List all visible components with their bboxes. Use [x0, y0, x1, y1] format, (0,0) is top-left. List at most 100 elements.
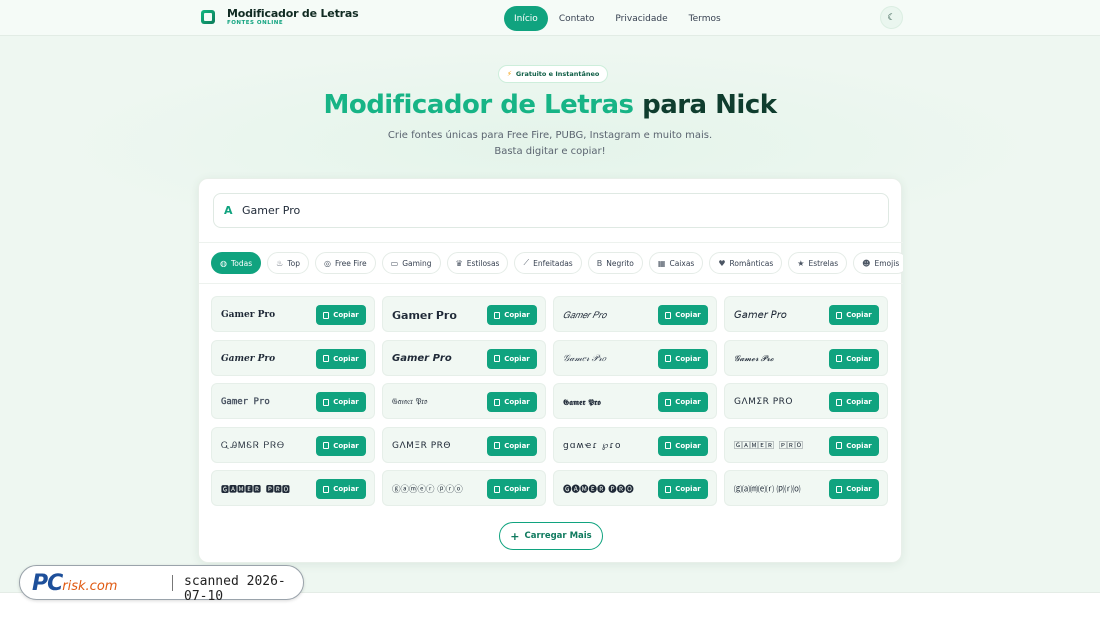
category-chip-rom-nticas[interactable]: ♥ Românticas: [709, 252, 783, 274]
category-chip-free-fire[interactable]: ◎ Free Fire: [314, 252, 376, 274]
font-sample-text[interactable]: 𝓖𝓪𝓶𝓮𝓻 𝓟𝓻𝓸: [734, 341, 829, 377]
copy-button-label: Copiar: [504, 485, 530, 493]
font-sample-text[interactable]: 𝐺𝑎𝑚𝑒𝑟 𝑃𝑟𝑜: [563, 297, 658, 333]
font-sample-text[interactable]: ᏩᎯᎷᏋᏒ ᏢᏒᎾ: [221, 428, 316, 464]
pcrisk-logo: PC risk.com: [32, 570, 118, 596]
font-sample-text[interactable]: 𝒢𝒶𝓂𝑒𝓇 𝒫𝓇𝑜: [563, 341, 658, 377]
category-chip-top[interactable]: ♨ Top: [267, 252, 309, 274]
text-input-wrapper: A: [213, 193, 889, 228]
font-sample-text[interactable]: 🅖🅐🅜🅔🅡 🅟🅡🅞: [563, 471, 658, 507]
nav-link-contato[interactable]: Contato: [549, 6, 605, 31]
font-sample-text[interactable]: 𝙶𝚊𝚖𝚎𝚛 𝙿𝚛𝚘: [221, 384, 316, 420]
copy-icon: [665, 485, 672, 493]
copy-button[interactable]: Copiar: [316, 435, 366, 456]
copy-icon: [836, 311, 843, 319]
font-sample-text[interactable]: ցɑʍҽɾ ℘ɾօ: [563, 428, 658, 464]
copy-button[interactable]: Copiar: [487, 435, 537, 456]
copy-button-label: Copiar: [504, 311, 530, 319]
copy-icon: [494, 311, 501, 319]
copy-button[interactable]: Copiar: [658, 392, 708, 412]
copy-icon: [665, 442, 672, 449]
copy-button[interactable]: Copiar: [487, 348, 537, 369]
theme-toggle-button[interactable]: ☾: [880, 6, 903, 29]
copy-button[interactable]: Copiar: [316, 479, 366, 499]
copy-button[interactable]: Copiar: [829, 348, 879, 369]
font-sample-text[interactable]: 𝔊𝔞𝔪𝔢𝔯 𝔓𝔯𝔬: [392, 384, 487, 420]
copy-icon: [323, 311, 330, 319]
font-sample-text[interactable]: 🅶🅰🅼🅴🆁 🅿🆁🅾: [221, 471, 316, 507]
copy-button[interactable]: Copiar: [658, 435, 708, 456]
category-chip-label: Românticas: [729, 258, 774, 268]
category-chip-caixas[interactable]: ▦ Caixas: [648, 252, 704, 274]
font-result-card: 𝓖𝓪𝓶𝓮𝓻 𝓟𝓻𝓸 Copiar: [724, 339, 888, 377]
category-chip-label: Estilosas: [466, 258, 500, 268]
hero-badge: ⚡ Gratuito e Instantâneo: [498, 65, 609, 83]
nav-link-termos[interactable]: Termos: [679, 6, 731, 31]
category-chip-label: Negrito: [606, 258, 634, 268]
nav-link-privacidade[interactable]: Privacidade: [605, 6, 677, 31]
copy-icon: [494, 442, 501, 449]
copy-button[interactable]: Copiar: [829, 305, 879, 325]
copy-button[interactable]: Copiar: [316, 305, 366, 325]
copy-button[interactable]: Copiar: [658, 479, 708, 499]
nick-input[interactable]: [242, 204, 842, 217]
copy-button[interactable]: Copiar: [658, 305, 708, 325]
font-sample-text[interactable]: ⒢⒜⒨⒠⒭ ⒫⒭⒪: [734, 471, 829, 507]
copy-button-label: Copiar: [846, 311, 872, 319]
category-chip-gaming[interactable]: ▭ Gaming: [381, 252, 441, 274]
load-more-button[interactable]: + Carregar Mais: [499, 522, 603, 550]
font-sample-text[interactable]: 𝕲𝖆𝖒𝖊𝖗 𝕻𝖗𝖔: [563, 384, 658, 420]
category-chip-estrelas[interactable]: ★ Estrelas: [788, 252, 848, 274]
copy-button[interactable]: Copiar: [487, 392, 537, 412]
category-filter-bar[interactable]: ◍ Todas ♨ Top ◎ Free Fire ▭ Gaming ♛ Estilosas ⟋ En…: [199, 242, 903, 284]
copy-icon: [323, 398, 330, 406]
bold-icon: B: [596, 258, 603, 268]
copy-button-label: Copiar: [675, 311, 701, 319]
font-sample-text[interactable]: 𝐆𝐚𝐦𝐞𝐫 𝐏𝐫𝐨: [221, 297, 316, 333]
copy-button-label: Copiar: [504, 354, 530, 363]
font-sample-text[interactable]: GΛMΣR PRO: [734, 384, 829, 420]
copy-icon: [665, 355, 672, 362]
font-sample-text[interactable]: 𝑮𝒂𝒎𝒆𝒓 𝑷𝒓𝒐: [221, 341, 316, 377]
brand[interactable]: Modificador de Letras FONTES ONLINE: [201, 8, 359, 27]
copy-button[interactable]: Copiar: [829, 479, 879, 499]
copy-button[interactable]: Copiar: [658, 348, 708, 369]
font-sample-text[interactable]: 🄶🄰🄼🄴🅁 🄿🅁🄾: [734, 428, 829, 464]
crown-icon: ♛: [455, 258, 463, 268]
font-sample-text[interactable]: 𝘎𝘢𝘮𝘦𝘳 𝘗𝘳𝘰: [734, 297, 829, 333]
font-result-card: 𝐆𝐚𝐦𝐞𝐫 𝐏𝐫𝐨 Copiar: [211, 296, 375, 332]
copy-button[interactable]: Copiar: [487, 305, 537, 325]
font-sample-text[interactable]: ⓖⓐⓜⓔⓡ ⓟⓡⓞ: [392, 471, 487, 507]
nav-link-inicio[interactable]: Início: [504, 6, 548, 31]
category-chip-enfeitadas[interactable]: ⟋ Enfeitadas: [514, 252, 582, 274]
copy-button[interactable]: Copiar: [316, 392, 366, 412]
copy-button-label: Copiar: [504, 398, 530, 406]
copy-button-label: Copiar: [675, 485, 701, 493]
globe-icon: ◍: [220, 258, 227, 268]
font-result-card: GΛMΞR PRΘ Copiar: [382, 426, 546, 464]
font-result-card: 𝙶𝚊𝚖𝚎𝚛 𝙿𝚛𝚘 Copiar: [211, 383, 375, 419]
page-title: Modificador de Letras para Nick: [0, 90, 1100, 120]
font-sample-text[interactable]: GΛMΞR PRΘ: [392, 428, 487, 464]
copy-button[interactable]: Copiar: [829, 435, 879, 456]
star-icon: ★: [797, 258, 805, 268]
copy-icon: [836, 355, 843, 362]
copy-button-label: Copiar: [504, 441, 530, 450]
copy-icon: [494, 485, 501, 493]
font-result-card: 𝒢𝒶𝓂𝑒𝓇 𝒫𝓇𝑜 Copiar: [553, 339, 717, 377]
copy-icon: [323, 442, 330, 449]
copy-button[interactable]: Copiar: [487, 479, 537, 499]
copy-icon: [665, 311, 672, 319]
font-sample-text[interactable]: 𝙂𝙖𝙢𝙚𝙧 𝙋𝙧𝙤: [392, 341, 487, 377]
gamepad-icon: ▭: [390, 258, 399, 268]
category-chip-negrito[interactable]: B Negrito: [587, 252, 643, 274]
font-sample-text[interactable]: 𝗚𝗮𝗺𝗲𝗿 𝗣𝗿𝗼: [392, 297, 487, 333]
nav-links: Início Contato Privacidade Termos: [504, 6, 732, 31]
category-chip-todas[interactable]: ◍ Todas: [211, 252, 262, 274]
copy-button-label: Copiar: [846, 485, 872, 493]
copy-button[interactable]: Copiar: [316, 348, 366, 369]
font-result-card: ցɑʍҽɾ ℘ɾօ Copiar: [553, 426, 717, 464]
category-chip-estilosas[interactable]: ♛ Estilosas: [446, 252, 509, 274]
copy-button[interactable]: Copiar: [829, 392, 879, 412]
category-chip-emojis[interactable]: ☻ Emojis: [853, 252, 903, 274]
